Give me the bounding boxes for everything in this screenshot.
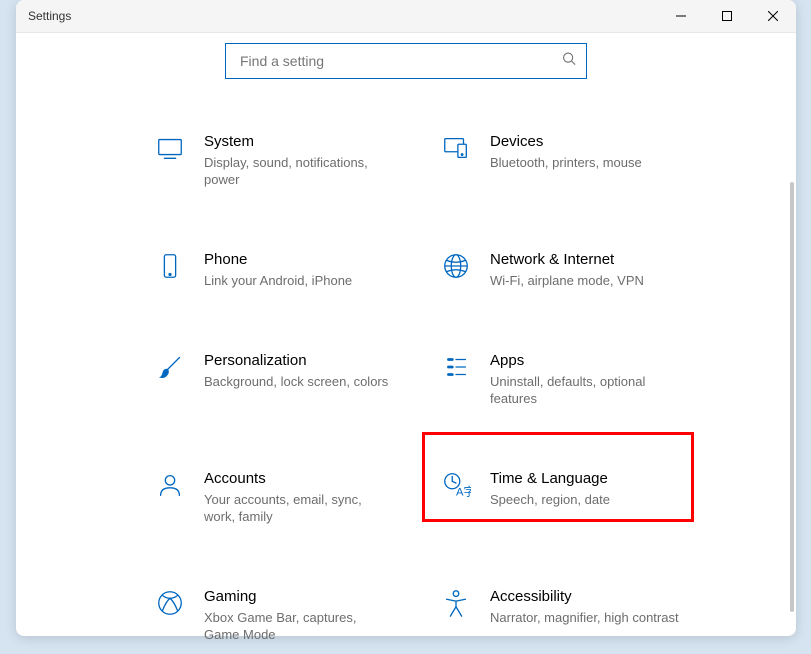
close-icon xyxy=(768,11,778,21)
close-button[interactable] xyxy=(750,0,796,32)
category-network[interactable]: Network & Internet Wi-Fi, airplane mode,… xyxy=(440,246,716,293)
category-personalization[interactable]: Personalization Background, lock screen,… xyxy=(154,347,430,411)
time-language-icon: A字 xyxy=(440,469,472,501)
category-title: Accessibility xyxy=(490,587,679,607)
scrollbar[interactable] xyxy=(790,182,794,612)
paintbrush-icon xyxy=(154,351,186,383)
category-title: Phone xyxy=(204,250,352,270)
maximize-icon xyxy=(722,11,732,21)
maximize-button[interactable] xyxy=(704,0,750,32)
system-icon xyxy=(154,132,186,164)
category-title: Network & Internet xyxy=(490,250,644,270)
category-title: Devices xyxy=(490,132,642,152)
search-box[interactable] xyxy=(225,43,587,79)
category-desc: Uninstall, defaults, optional features xyxy=(490,373,680,407)
titlebar: Settings xyxy=(16,0,796,33)
settings-window: Settings xyxy=(16,0,796,636)
category-gaming[interactable]: Gaming Xbox Game Bar, captures, Game Mod… xyxy=(154,583,430,647)
category-desc: Bluetooth, printers, mouse xyxy=(490,154,642,171)
category-title: Personalization xyxy=(204,351,388,371)
search-icon xyxy=(562,52,576,71)
category-desc: Display, sound, notifications, power xyxy=(204,154,394,188)
category-grid: System Display, sound, notifications, po… xyxy=(154,128,716,647)
category-accounts[interactable]: Accounts Your accounts, email, sync, wor… xyxy=(154,465,430,529)
category-time-language[interactable]: A字 Time & Language Speech, region, date xyxy=(440,465,716,529)
apps-icon xyxy=(440,351,472,383)
accessibility-icon xyxy=(440,587,472,619)
category-devices[interactable]: Devices Bluetooth, printers, mouse xyxy=(440,128,716,192)
category-accessibility[interactable]: Accessibility Narrator, magnifier, high … xyxy=(440,583,716,647)
person-icon xyxy=(154,469,186,501)
search-input[interactable] xyxy=(238,52,574,70)
category-title: Time & Language xyxy=(490,469,610,489)
category-desc: Background, lock screen, colors xyxy=(204,373,388,390)
category-desc: Your accounts, email, sync, work, family xyxy=(204,491,394,525)
category-title: Apps xyxy=(490,351,680,371)
category-apps[interactable]: Apps Uninstall, defaults, optional featu… xyxy=(440,347,716,411)
category-desc: Narrator, magnifier, high contrast xyxy=(490,609,679,626)
search-container xyxy=(16,33,796,79)
devices-icon xyxy=(440,132,472,164)
category-desc: Speech, region, date xyxy=(490,491,610,508)
minimize-button[interactable] xyxy=(658,0,704,32)
svg-text:A字: A字 xyxy=(456,484,471,498)
category-desc: Link your Android, iPhone xyxy=(204,272,352,289)
category-title: Gaming xyxy=(204,587,394,607)
category-system[interactable]: System Display, sound, notifications, po… xyxy=(154,128,430,192)
category-title: Accounts xyxy=(204,469,394,489)
window-title: Settings xyxy=(28,9,71,23)
category-title: System xyxy=(204,132,394,152)
globe-icon xyxy=(440,250,472,282)
category-phone[interactable]: Phone Link your Android, iPhone xyxy=(154,246,430,293)
category-desc: Xbox Game Bar, captures, Game Mode xyxy=(204,609,394,643)
xbox-icon xyxy=(154,587,186,619)
minimize-icon xyxy=(676,11,686,21)
category-desc: Wi-Fi, airplane mode, VPN xyxy=(490,272,644,289)
window-controls xyxy=(658,0,796,32)
phone-icon xyxy=(154,250,186,282)
